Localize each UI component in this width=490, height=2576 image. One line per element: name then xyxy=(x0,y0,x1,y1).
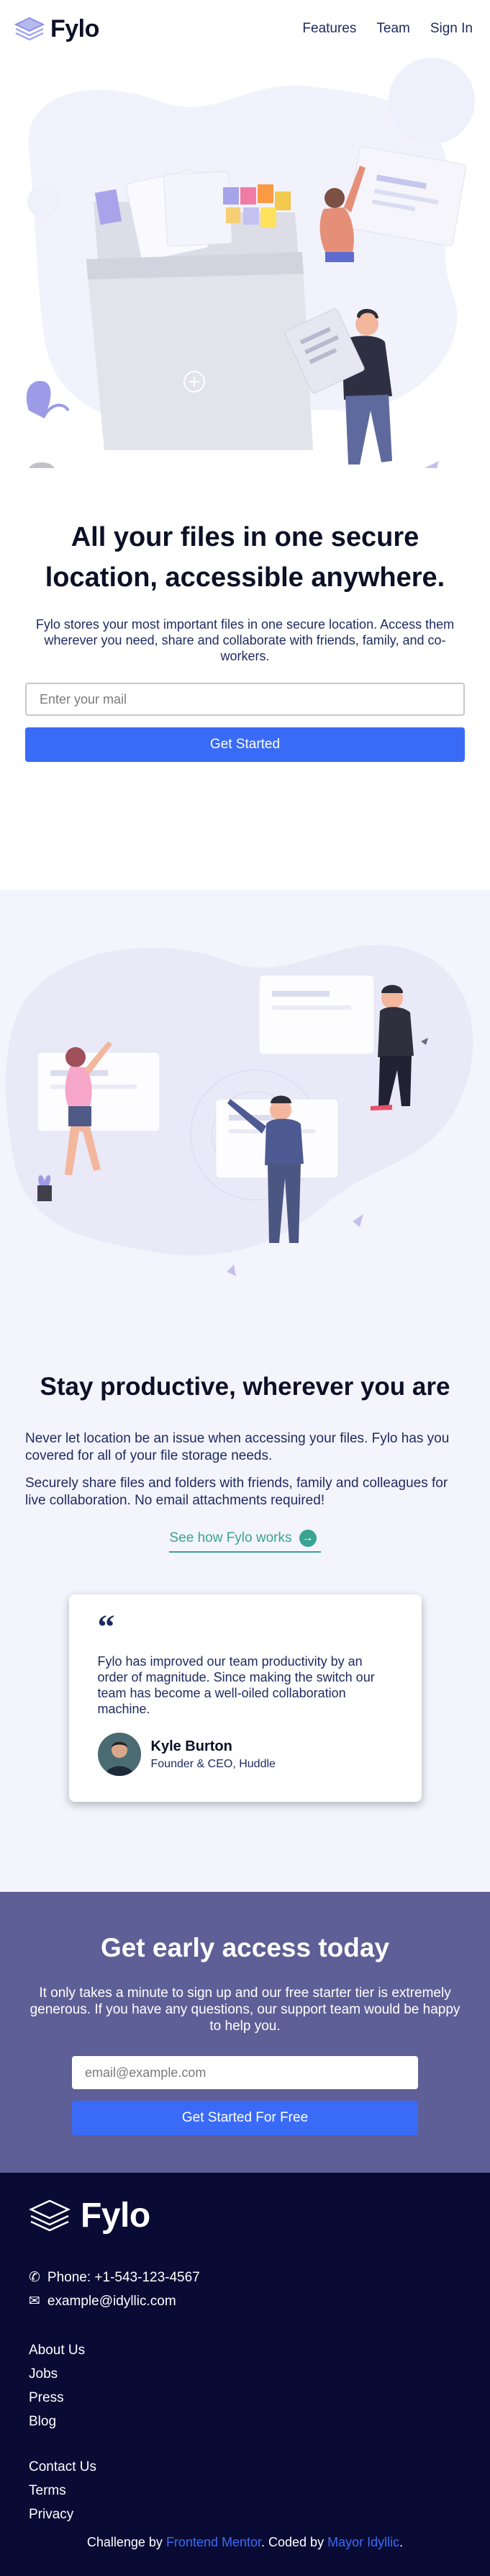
hero-signup-form: Get Started xyxy=(0,664,490,762)
logo-text: Fylo xyxy=(50,14,99,42)
email-text: example@idyllic.com xyxy=(47,2293,176,2309)
productive-title: Stay productive, wherever you are xyxy=(40,1373,450,1401)
footer-link-press[interactable]: Press xyxy=(29,2386,461,2410)
frontend-mentor-link[interactable]: Frontend Mentor xyxy=(166,2535,261,2549)
phone-text: Phone: +1-543-123-4567 xyxy=(47,2269,200,2285)
hero-section: All your files in one secure location, a… xyxy=(0,58,490,762)
early-access-email-input[interactable] xyxy=(72,2056,418,2089)
author-role: Founder & CEO, Huddle xyxy=(150,1757,276,1770)
logo-layers-icon xyxy=(14,17,45,41)
avatar xyxy=(97,1733,141,1776)
footer-links-1: About Us Jobs Press Blog xyxy=(29,2338,461,2433)
phone-icon: ✆ xyxy=(29,2270,40,2285)
attribution-suffix: . xyxy=(399,2535,404,2549)
footer-link-blog[interactable]: Blog xyxy=(29,2410,461,2433)
testimonial-quote: Fylo has improved our team productivity … xyxy=(97,1654,375,1716)
attribution: Challenge by Frontend Mentor. Coded by M… xyxy=(29,2535,461,2550)
arrow-right-icon: → xyxy=(299,1530,317,1547)
productive-section: Stay productive, wherever you are Never … xyxy=(0,890,490,1892)
get-started-free-button[interactable]: Get Started For Free xyxy=(72,2101,418,2135)
logo[interactable]: Fylo xyxy=(14,15,99,43)
footer-logo-text: Fylo xyxy=(81,2196,150,2235)
early-access-section: Get early access today It only takes a m… xyxy=(0,1892,490,2173)
site-header: Fylo Features Team Sign In xyxy=(0,0,490,58)
early-access-text: It only takes a minute to sign up and ou… xyxy=(30,1985,460,2034)
get-started-button[interactable]: Get Started xyxy=(25,727,465,762)
site-footer: Fylo ✆ Phone: +1-543-123-4567 ✉ example@… xyxy=(0,2173,490,2576)
footer-link-contact[interactable]: Contact Us xyxy=(29,2455,461,2479)
see-how-container: See how Fylo works → xyxy=(0,1509,490,1553)
early-access-title: Get early access today xyxy=(100,1933,390,1962)
testimonial-author: Kyle Burton Founder & CEO, Huddle xyxy=(97,1733,393,1776)
phone-row: ✆ Phone: +1-543-123-4567 xyxy=(29,2266,461,2289)
author-name: Kyle Burton xyxy=(150,1738,232,1754)
productive-paragraph-1: Never let location be an issue when acce… xyxy=(25,1431,450,1463)
mail-icon: ✉ xyxy=(29,2294,40,2309)
coder-link[interactable]: Mayor Idyllic xyxy=(327,2535,399,2549)
hero-title: All your files in one secure location, a… xyxy=(45,522,445,593)
early-access-form: Get Started For Free xyxy=(25,2034,465,2135)
footer-logo-layers-icon xyxy=(29,2199,71,2231)
hero-description: Fylo stores your most important files in… xyxy=(35,617,455,663)
nav-features[interactable]: Features xyxy=(302,21,356,37)
nav-team[interactable]: Team xyxy=(376,21,409,37)
footer-logo[interactable]: Fylo xyxy=(29,2196,461,2235)
footer-link-jobs[interactable]: Jobs xyxy=(29,2362,461,2386)
footer-links-2: Contact Us Terms Privacy xyxy=(29,2455,461,2526)
hero-illustration xyxy=(0,58,490,477)
attribution-middle: . Coded by xyxy=(261,2535,325,2549)
productive-text: Never let location be an issue when acce… xyxy=(0,1401,490,1509)
productive-paragraph-2: Securely share files and folders with fr… xyxy=(25,1476,448,1508)
see-how-link[interactable]: See how Fylo works → xyxy=(169,1530,321,1553)
hero-email-input[interactable] xyxy=(25,683,465,716)
productive-illustration xyxy=(0,890,490,1337)
quote-icon: “ xyxy=(97,1608,115,1646)
attribution-prefix: Challenge by xyxy=(86,2535,163,2549)
main-nav: Features Team Sign In xyxy=(302,21,473,37)
see-how-label: See how Fylo works xyxy=(169,1530,292,1545)
footer-link-about[interactable]: About Us xyxy=(29,2338,461,2362)
footer-contact: ✆ Phone: +1-543-123-4567 ✉ example@idyll… xyxy=(29,2266,461,2313)
footer-link-privacy[interactable]: Privacy xyxy=(29,2503,461,2526)
nav-sign-in[interactable]: Sign In xyxy=(430,21,473,37)
footer-link-terms[interactable]: Terms xyxy=(29,2479,461,2503)
testimonial-card: “ Fylo has improved our team productivit… xyxy=(68,1594,422,1802)
email-row: ✉ example@idyllic.com xyxy=(29,2289,461,2313)
testimonial-wrapper: “ Fylo has improved our team productivit… xyxy=(0,1553,490,1892)
